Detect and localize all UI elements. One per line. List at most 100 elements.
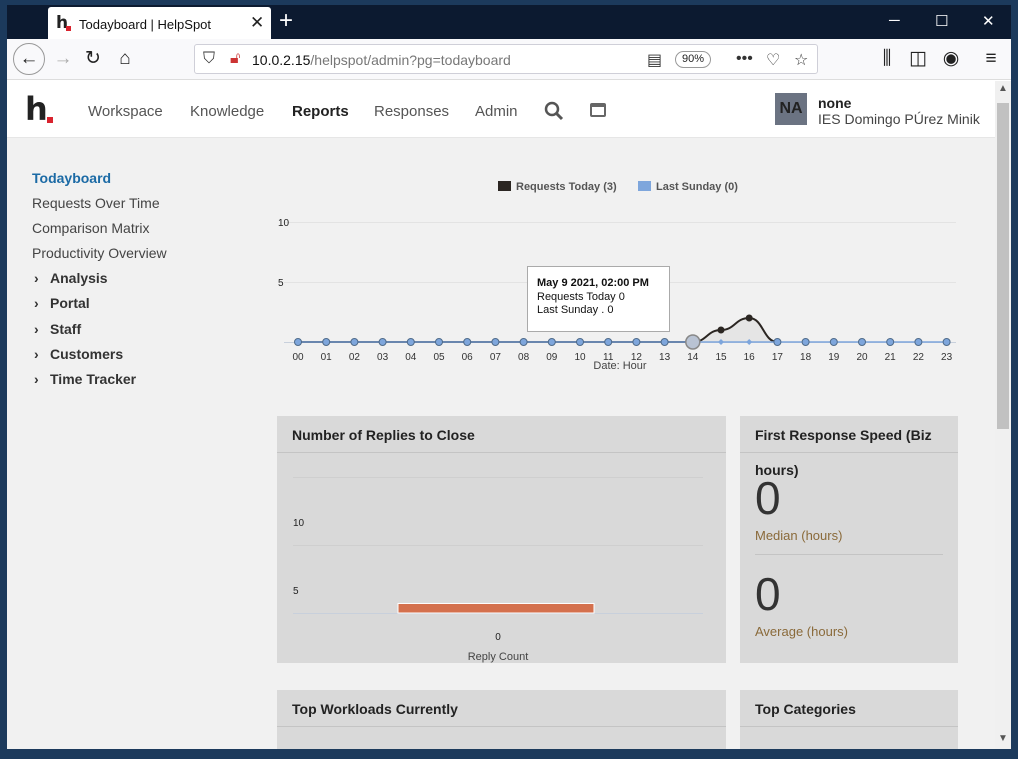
requests-today-point: [519, 338, 528, 346]
page-actions-icon[interactable]: •••: [736, 50, 753, 68]
home-icon[interactable]: ⌂: [111, 47, 139, 73]
x-tick-label: 23: [941, 352, 953, 363]
window-icon[interactable]: [589, 102, 607, 118]
requests-today-point: [435, 338, 443, 346]
scrollbar-thumb[interactable]: [997, 103, 1009, 429]
x-tick-label: 22: [913, 352, 925, 363]
requests-today-point: [773, 338, 782, 346]
tooltip-title: May 9 2021, 02:00 PM: [537, 277, 649, 289]
reload-icon[interactable]: ↻: [79, 47, 107, 73]
last-sunday-point: [801, 338, 810, 346]
sidebar-item-requests-over-time[interactable]: Requests Over Time: [32, 195, 160, 211]
close-tab-icon[interactable]: ✕: [250, 13, 264, 33]
browser-window: h Todayboard | HelpSpot ✕ + ─ ☐ ✕ ← → ↻ …: [7, 5, 1011, 749]
insecure-lock-icon[interactable]: 🔓︎: [230, 50, 240, 68]
sidebar-group-time-tracker[interactable]: › Time Tracker: [34, 371, 136, 387]
helpspot-logo[interactable]: h: [25, 93, 53, 125]
nav-workspace[interactable]: Workspace: [88, 103, 163, 120]
sidebar-group-staff[interactable]: › Staff: [34, 321, 81, 337]
chevron-right-icon: ›: [34, 295, 39, 311]
legend-last-sunday[interactable]: Last Sunday (0): [656, 181, 738, 193]
account-icon[interactable]: ◉: [937, 47, 965, 73]
nav-admin[interactable]: Admin: [475, 103, 518, 120]
reader-view-icon[interactable]: ▤: [647, 50, 662, 70]
last-sunday-point: [858, 338, 866, 346]
browser-tab[interactable]: h Todayboard | HelpSpot ✕: [48, 7, 271, 39]
forward-button-icon[interactable]: →: [49, 47, 77, 73]
helpspot-app: h Workspace Knowledge Reports Responses …: [7, 81, 995, 749]
x-tick-label: 10: [574, 352, 586, 363]
x-tick-label: 09: [546, 352, 558, 363]
scroll-down-icon[interactable]: ▼: [998, 733, 1008, 744]
sidebar-group-analysis[interactable]: › Analysis: [34, 270, 108, 286]
maximize-icon[interactable]: ☐: [935, 12, 948, 30]
close-window-icon[interactable]: ✕: [982, 12, 995, 30]
tooltip-line-last-sunday: Last Sunday . 0: [537, 304, 613, 316]
replies-bar-chart: 10 5 0 Reply Count: [293, 477, 703, 663]
nav-responses[interactable]: Responses: [374, 103, 449, 120]
chevron-right-icon: ›: [34, 321, 39, 337]
x-tick-label: 06: [462, 352, 474, 363]
average-value: 0: [755, 568, 781, 620]
x-tick-label: 02: [349, 352, 361, 363]
bookmark-star-icon[interactable]: ☆: [794, 50, 808, 70]
bar: [397, 602, 595, 614]
shield-icon[interactable]: ⛉: [203, 50, 215, 68]
x-tick-label: 16: [744, 352, 756, 363]
x-tick-label: 19: [828, 352, 840, 363]
menu-icon[interactable]: ≡: [977, 47, 1005, 73]
sidebar-item-productivity-overview[interactable]: Productivity Overview: [32, 245, 167, 261]
sidebar-group-label: Staff: [50, 321, 82, 337]
x-tick-label: 21: [885, 352, 897, 363]
sidebar-toggle-icon[interactable]: ◫: [904, 47, 932, 73]
sidebar-item-comparison-matrix[interactable]: Comparison Matrix: [32, 220, 149, 236]
requests-today-point: [491, 338, 500, 346]
url-bar[interactable]: ⛉ 🔓︎ 10.0.2.15/helpspot/admin?pg=todaybo…: [194, 44, 818, 74]
panel-title: Number of Replies to Close: [292, 427, 475, 443]
nav-knowledge[interactable]: Knowledge: [190, 103, 264, 120]
last-sunday-point: [886, 338, 895, 346]
url-text[interactable]: 10.0.2.15/helpspot/admin?pg=todayboard: [252, 52, 511, 68]
sidebar-group-portal[interactable]: › Portal: [34, 295, 90, 311]
requests-today-point: [322, 338, 331, 346]
average-label: Average (hours): [755, 624, 848, 639]
title-bar: h Todayboard | HelpSpot ✕ + ─ ☐ ✕: [7, 5, 1011, 39]
user-name[interactable]: none: [818, 95, 851, 111]
x-tick-label: 13: [659, 352, 671, 363]
minimize-icon[interactable]: ─: [889, 12, 900, 29]
median-value: 0: [755, 472, 781, 524]
bar-marks: [397, 602, 595, 614]
chevron-right-icon: ›: [34, 371, 39, 387]
chart-tooltip: May 9 2021, 02:00 PM Requests Today 0 La…: [527, 266, 670, 332]
sidebar-group-customers[interactable]: › Customers: [34, 346, 123, 362]
scroll-up-icon[interactable]: ▲: [998, 83, 1008, 94]
nav-reports[interactable]: Reports: [292, 103, 349, 120]
search-icon[interactable]: [544, 101, 564, 121]
sidebar-item-todayboard[interactable]: Todayboard: [32, 170, 111, 186]
new-tab-button[interactable]: +: [279, 7, 293, 35]
avatar[interactable]: NA: [775, 93, 807, 125]
x-tick-label: 03: [377, 352, 389, 363]
metric-divider: [755, 554, 943, 555]
top-workloads-panel: Top Workloads Currently: [277, 690, 726, 749]
median-label: Median (hours): [755, 528, 843, 543]
requests-today-point: [660, 338, 669, 346]
library-icon[interactable]: ⫼: [873, 47, 901, 73]
panel-title: Top Workloads Currently: [292, 701, 458, 717]
x-tick-label: 15: [715, 352, 727, 363]
page-scrollbar[interactable]: ▲ ▼: [995, 81, 1011, 749]
zoom-level[interactable]: 90%: [675, 51, 711, 68]
panel-divider: [740, 452, 958, 453]
x-tick-label: 08: [518, 352, 530, 363]
sidebar-group-label: Time Tracker: [50, 371, 137, 387]
pocket-icon[interactable]: ♡: [766, 50, 780, 70]
back-button-icon[interactable]: ←: [13, 43, 45, 75]
x-tick-label: 05: [433, 352, 445, 363]
requests-today-point: [294, 338, 302, 346]
legend-swatch-last-sunday: [638, 181, 651, 191]
app-header: h Workspace Knowledge Reports Responses …: [7, 81, 995, 138]
chevron-right-icon: ›: [34, 346, 39, 362]
top-categories-panel: Top Categories: [740, 690, 958, 749]
chart-legend[interactable]: Requests Today (3) Last Sunday (0): [498, 181, 738, 193]
legend-requests-today[interactable]: Requests Today (3): [516, 181, 617, 193]
